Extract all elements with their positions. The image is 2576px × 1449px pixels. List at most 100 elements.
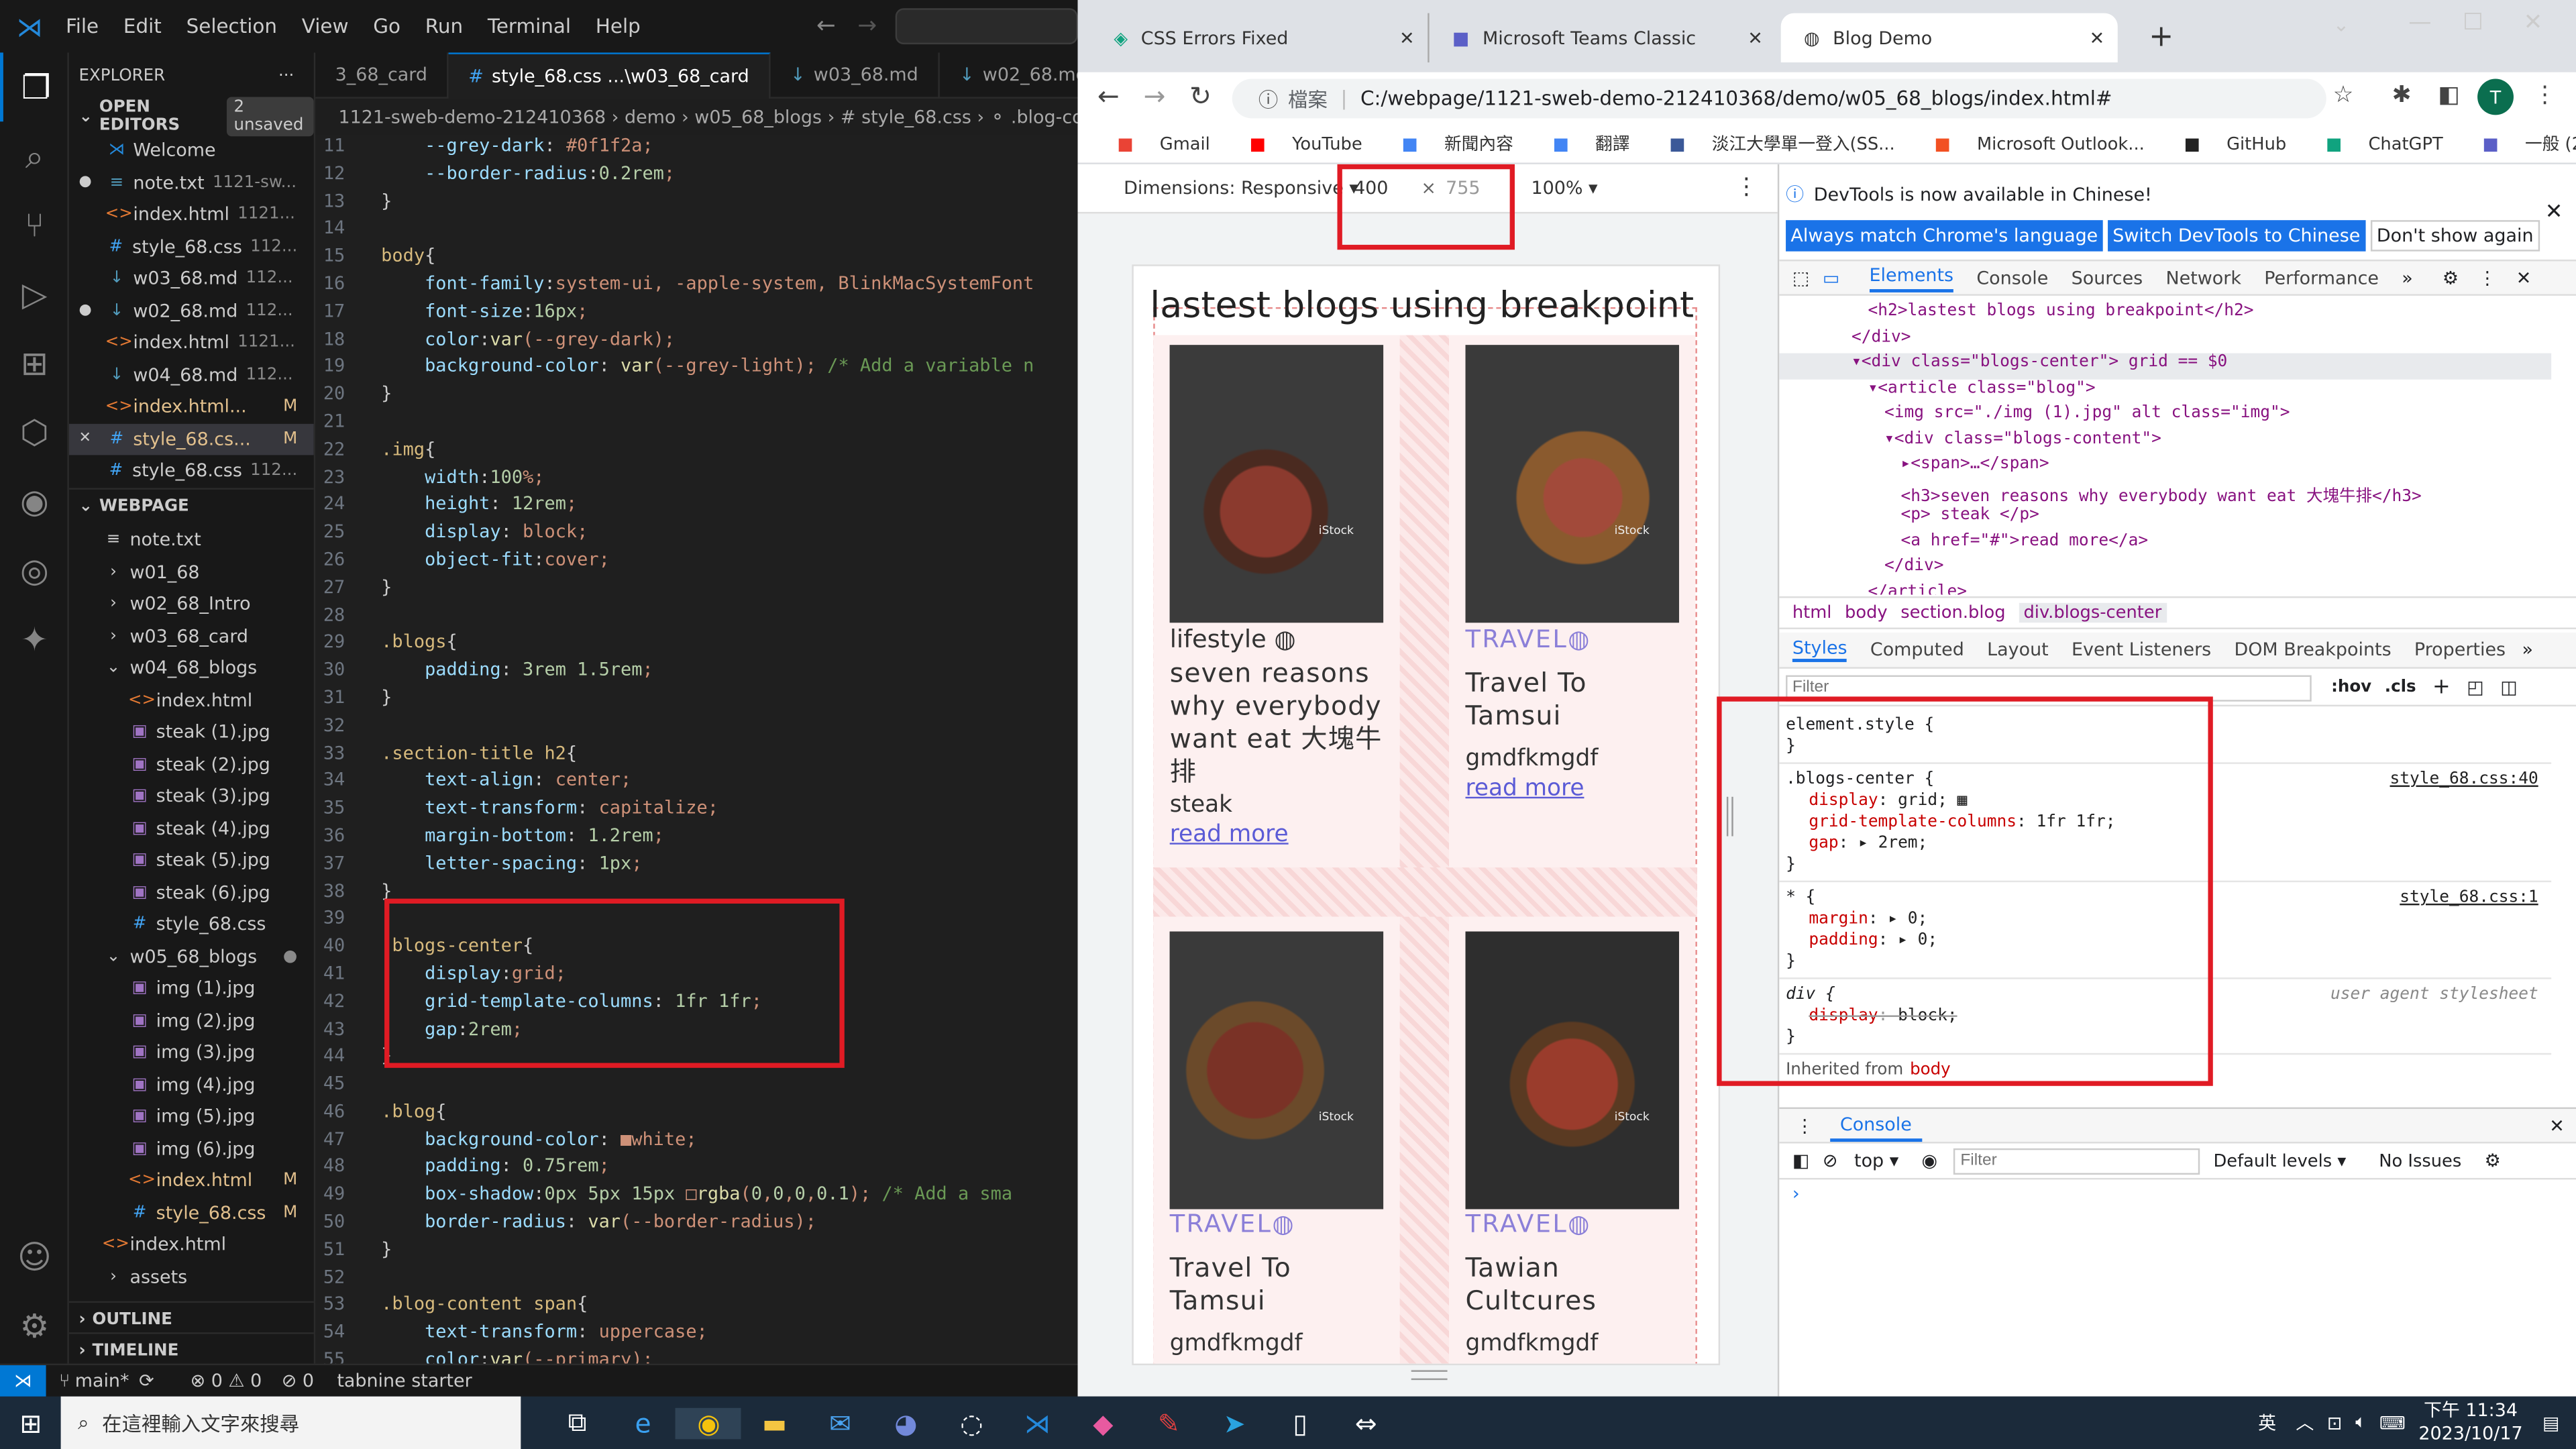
rule-source[interactable]: style_68.css:40 [2390, 769, 2538, 790]
bookmark-item[interactable]: ■一般 (2023 第二屆洗... [2463, 131, 2576, 156]
more-tabs-icon[interactable]: » [2402, 267, 2412, 288]
remote-explorer-icon[interactable]: ⬡ [0, 398, 69, 467]
new-tab-icon[interactable]: + [2149, 19, 2174, 54]
run-debug-icon[interactable]: ▷ [0, 260, 69, 329]
open-editor-item[interactable]: ↓ w03_68.md 112... [69, 263, 314, 295]
dont-show-button[interactable]: Don't show again [2370, 220, 2540, 252]
console-filter-input[interactable] [1953, 1147, 2200, 1174]
dom-node[interactable]: <h2>lastest blogs using breakpoint</h2> [1779, 303, 2551, 328]
dom-node[interactable]: <a href="#">read more</a> [1779, 531, 2551, 557]
search-icon[interactable]: ⌕ [0, 121, 69, 191]
dom-node[interactable]: <p> steak </p> [1779, 506, 2551, 531]
tree-item[interactable]: ▣ steak (6).jpg [69, 877, 314, 909]
ports[interactable]: ⊘ 0 [282, 1370, 314, 1391]
dom-node[interactable]: ▾<article class="blog"> [1779, 378, 2551, 404]
steam-icon[interactable]: ◌ [938, 1407, 1004, 1439]
open-editor-item[interactable]: <> index.html 1121... [69, 327, 314, 359]
tree-item[interactable]: ▣ img (2).jpg [69, 1005, 314, 1037]
discord-icon[interactable]: ◕ [873, 1407, 938, 1439]
dom-node[interactable]: </div> [1779, 557, 2551, 582]
reload-icon[interactable]: ↻ [1189, 80, 1212, 112]
tree-item[interactable]: <> index.html M [69, 1165, 314, 1197]
forward-arrow-icon[interactable]: → [857, 13, 877, 40]
source-control-icon[interactable]: ⑂ [0, 191, 69, 260]
dom-node[interactable]: </article> [1779, 582, 2551, 594]
dom-node[interactable]: ▾<div class="blogs-center"> grid == $0 [1779, 353, 2552, 379]
clock-date[interactable]: 2023/10/17 [2418, 1423, 2522, 1446]
back-arrow-icon[interactable]: ← [816, 13, 836, 40]
more-actions-icon[interactable]: ··· [278, 66, 294, 85]
tab-teams[interactable]: ■ Microsoft Teams Classic ✕ [1428, 13, 1776, 63]
clock-time[interactable]: 下午 11:34 [2418, 1400, 2522, 1423]
remote-indicator[interactable]: ⋊ [0, 1364, 46, 1397]
unsaved-dot-icon[interactable]: ● [79, 303, 102, 319]
bookmark-item[interactable]: ■ Microsoft Outlook... [1915, 134, 2144, 154]
add-rule-icon[interactable]: + [2432, 676, 2451, 700]
rule-source[interactable]: user agent stylesheet [2330, 984, 2538, 1006]
console-tab[interactable]: Console [1830, 1110, 1922, 1141]
open-editor-item[interactable]: # style_68.css 112... [69, 455, 314, 487]
vscode-taskbar-icon[interactable]: ⋊ [1004, 1407, 1070, 1439]
menu-edit[interactable]: Edit [123, 15, 162, 38]
teamviewer-icon[interactable]: ⇔ [1333, 1407, 1399, 1439]
address-bar[interactable]: ⓘ 檔案 | C:/webpage/1121-sweb-demo-2124103… [1232, 78, 2326, 119]
more-subtabs-icon[interactable]: » [2522, 639, 2533, 661]
open-editors-header[interactable]: ⌄ OPEN EDITORS 2 unsaved [69, 97, 314, 137]
explorer-icon[interactable]: ❐ [0, 52, 69, 122]
devtools-tab-sources[interactable]: Sources [2072, 267, 2143, 288]
drawer-menu-icon[interactable]: ⋮ [1796, 1115, 1814, 1136]
zoom-dropdown[interactable]: 100% ▾ [1531, 177, 1597, 199]
dom-node[interactable]: ▾<div class="blogs-content"> [1779, 429, 2551, 455]
tree-item[interactable]: ▣ steak (3).jpg [69, 780, 314, 812]
bookmark-item[interactable]: ■ GitHub [2164, 134, 2287, 154]
menu-view[interactable]: View [302, 15, 349, 38]
context-selector[interactable]: top ▾ [1854, 1150, 1898, 1171]
chrome-menu-icon[interactable]: ⋮ [2533, 82, 2556, 108]
back-icon[interactable]: ← [1097, 80, 1120, 112]
sidebar-show-icon[interactable]: ◧ [1792, 1150, 1809, 1171]
dom-node[interactable]: <img src="./img (1).jpg" alt class="img"… [1779, 404, 2551, 429]
inspect-icon[interactable]: ⬚ [1792, 267, 1809, 288]
tree-item[interactable]: ▣ img (3).jpg [69, 1036, 314, 1069]
errors-warnings[interactable]: ⊗ 0 ⚠ 0 [191, 1370, 262, 1391]
github-icon[interactable]: ◉ [0, 467, 69, 536]
devtools-menu-icon[interactable]: ⋮ [2478, 267, 2496, 288]
styles-subtab[interactable]: Properties [2414, 639, 2506, 661]
tabnine-status[interactable]: tabnine starter [337, 1370, 472, 1391]
minimize-icon[interactable]: — [2408, 10, 2431, 36]
cls-toggle[interactable]: .cls [2385, 678, 2416, 696]
branch-name[interactable]: main* [75, 1370, 129, 1391]
open-editor-item[interactable]: # style_68.css 112... [69, 231, 314, 263]
menu-terminal[interactable]: Terminal [488, 15, 571, 38]
notifications-icon[interactable]: ▤ [2542, 1412, 2559, 1434]
file-explorer-icon[interactable]: ▬ [741, 1407, 807, 1439]
menu-help[interactable]: Help [596, 15, 641, 38]
dom-crumb[interactable]: html [1792, 603, 1832, 623]
computed-toggle-icon[interactable]: ◰ [2467, 677, 2483, 698]
live-expression-icon[interactable]: ◉ [1922, 1150, 1938, 1171]
settings-gear-icon[interactable]: ⚙ [0, 1291, 69, 1360]
keyboard-icon[interactable]: ⌨ [2379, 1412, 2406, 1434]
bookmark-item[interactable]: ■ Gmail [1097, 134, 1210, 154]
tree-item[interactable]: ▣ img (6).jpg [69, 1133, 314, 1165]
sidebar-toggle-icon[interactable]: ◫ [2500, 677, 2517, 698]
tab-css-errors[interactable]: ◈ CSS Errors Fixed ✕ [1091, 13, 1428, 62]
styles-subtab[interactable]: DOM Breakpoints [2234, 639, 2391, 661]
tray-chevron-icon[interactable]: ︿ [2296, 1409, 2314, 1436]
bookmark-item[interactable]: ■ YouTube [1230, 134, 1362, 154]
tree-item[interactable]: ≡ note.txt [69, 524, 314, 556]
profile-avatar[interactable]: T [2477, 78, 2514, 115]
command-center[interactable] [895, 8, 1078, 45]
close-drawer-icon[interactable]: ✕ [2549, 1115, 2565, 1136]
edge-icon[interactable]: e [610, 1407, 676, 1439]
breadcrumb-text[interactable]: 1121-sweb-demo-212410368 › demo › w05_68… [338, 106, 1077, 127]
tree-item[interactable]: ⌄ w05_68_blogs ● [69, 941, 314, 973]
extensions-icon[interactable]: ✱ [2392, 82, 2412, 108]
menu-go[interactable]: Go [373, 15, 400, 38]
close-tab-icon[interactable]: ✕ [1748, 27, 1763, 48]
tree-item[interactable]: › w01_68 [69, 556, 314, 588]
telegram-icon[interactable]: ➤ [1201, 1407, 1267, 1439]
open-editor-item[interactable]: ⋊ Welcome [69, 135, 314, 167]
clear-console-icon[interactable]: ⊘ [1823, 1150, 1838, 1171]
bookmark-item[interactable]: ■ ChatGPT [2306, 134, 2443, 154]
